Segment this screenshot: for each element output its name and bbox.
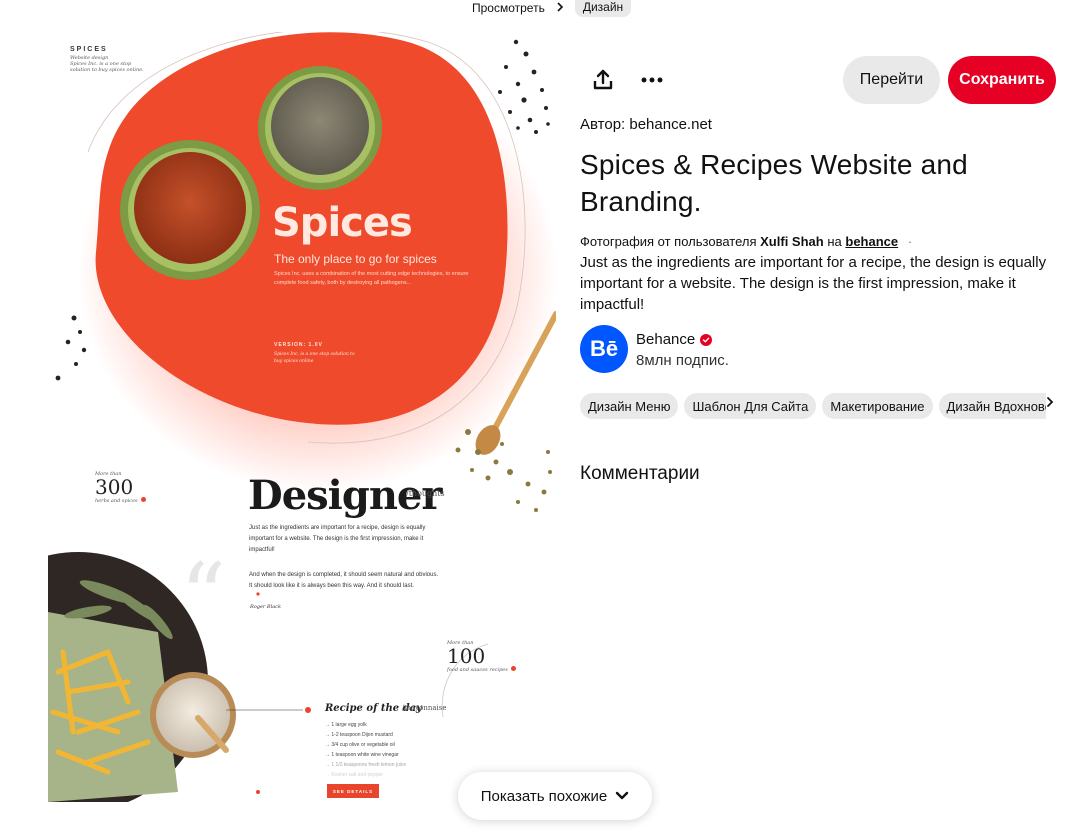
stat-sub-text: food and sauces recipes: [447, 667, 508, 673]
designer-sub: /thoughts: [406, 489, 445, 498]
show-similar-label: Показать похожие: [480, 787, 608, 805]
chevron-down-icon: [615, 788, 629, 805]
brand-desc: Spices Inc. is a one stop solution to bu…: [70, 61, 144, 74]
chevron-right-icon: [555, 1, 565, 15]
photo-user[interactable]: Xulfi Shah: [760, 234, 824, 249]
recipe-item: → 3/4 cup olive or vegetable oil: [325, 742, 395, 748]
recipe-item: → 1 1/2 teaspoons fresh lemon juice: [325, 762, 407, 768]
breadcrumb-parent[interactable]: Просмотреть: [472, 1, 545, 15]
stat-recipes: More than 100 food and sauces recipes: [447, 640, 516, 673]
share-icon[interactable]: [583, 60, 623, 100]
stat-dot: [140, 497, 146, 502]
hero-title: Spices: [272, 200, 413, 246]
more-icon[interactable]: [632, 60, 672, 100]
tag-chip[interactable]: Макетирование: [822, 393, 933, 419]
show-similar-button[interactable]: Показать похожие: [458, 772, 652, 820]
hero-desc: Spices Inc. uses a combination of the mo…: [274, 271, 469, 286]
chevron-right-icon[interactable]: [1046, 396, 1054, 411]
recipe-list: → 1 large egg yolk → 1-2 teaspoon Dijon …: [325, 720, 406, 780]
avatar[interactable]: Bē: [580, 325, 628, 373]
author-prefix: Автор:: [580, 116, 626, 133]
designer-author: Roger Black: [250, 604, 281, 610]
creator-name-label: Behance: [636, 331, 696, 348]
recipe-sub: /mayonnaise: [402, 704, 447, 712]
designer-paragraph-2: And when the design is completed, it sho…: [249, 572, 439, 589]
author-link[interactable]: behance.net: [629, 116, 712, 133]
pin-title: Spices & Recipes Website and Branding.: [580, 149, 968, 217]
photo-on: на: [827, 234, 842, 249]
photo-site-link[interactable]: behance: [845, 234, 898, 249]
tag-chip[interactable]: Дизайн Вдохновение: [938, 393, 1046, 419]
quote-icon: “: [180, 544, 227, 649]
photo-prefix: Фотография от пользователя: [580, 234, 757, 249]
photo-credit: Фотография от пользователя Xulfi Shah на…: [580, 234, 912, 249]
stat-spices: More than 300 herbs and spices: [95, 471, 146, 504]
creator-name[interactable]: Behance: [636, 331, 713, 348]
verified-icon: [700, 333, 713, 346]
creator-followers: 8млн подпис.: [636, 352, 729, 369]
hero-tagline: The only place to go for spices: [274, 252, 437, 266]
hero-version: VERSION: 1.0V: [274, 342, 323, 348]
save-button[interactable]: Сохранить: [948, 56, 1056, 104]
brand-block: SPICES Website design Spices Inc. is a o…: [70, 46, 148, 74]
stat-number: 100: [447, 644, 486, 668]
tag-list: Дизайн Меню Шаблон Для Сайта Макетирован…: [580, 393, 1046, 419]
dot-separator: ·: [907, 234, 913, 249]
tag-chip[interactable]: Шаблон Для Сайта: [684, 393, 817, 419]
designer-paragraph-1: Just as the ingredients are important fo…: [249, 525, 426, 553]
recipe-item: → 1 teaspoon white wine vinegar: [325, 752, 399, 758]
recipe-item: → Kosher salt and pepper: [325, 772, 384, 778]
tag-chip[interactable]: Дизайн Меню: [580, 393, 679, 419]
go-button[interactable]: Перейти: [843, 56, 940, 104]
stat-dot: [510, 666, 516, 671]
pin-author: Автор: behance.net: [580, 116, 712, 133]
see-details-button: SEE DETAILS: [327, 784, 379, 798]
hero-version-sub: Spices Inc. is a one stop solution to bu…: [274, 352, 355, 364]
pin-image[interactable]: SPICES Website design Spices Inc. is a o…: [48, 32, 556, 802]
comments-heading: Комментарии: [580, 463, 700, 484]
brand-title: SPICES: [70, 46, 108, 53]
breadcrumb: Просмотреть Дизайн: [472, 0, 632, 17]
pin-artwork: [48, 32, 556, 802]
pin-description: Just as the ingredients are important fo…: [580, 254, 1047, 313]
stat-sub-text: herbs and spices: [95, 498, 138, 504]
breadcrumb-current[interactable]: Дизайн: [574, 0, 632, 17]
stat-sub: herbs and spices: [95, 497, 146, 504]
stat-sub: food and sauces recipes: [447, 666, 516, 673]
recipe-item: → 1 large egg yolk: [325, 722, 367, 728]
stat-number: 300: [95, 475, 134, 499]
recipe-item: → 1-2 teaspoon Dijon mustard: [325, 732, 393, 738]
